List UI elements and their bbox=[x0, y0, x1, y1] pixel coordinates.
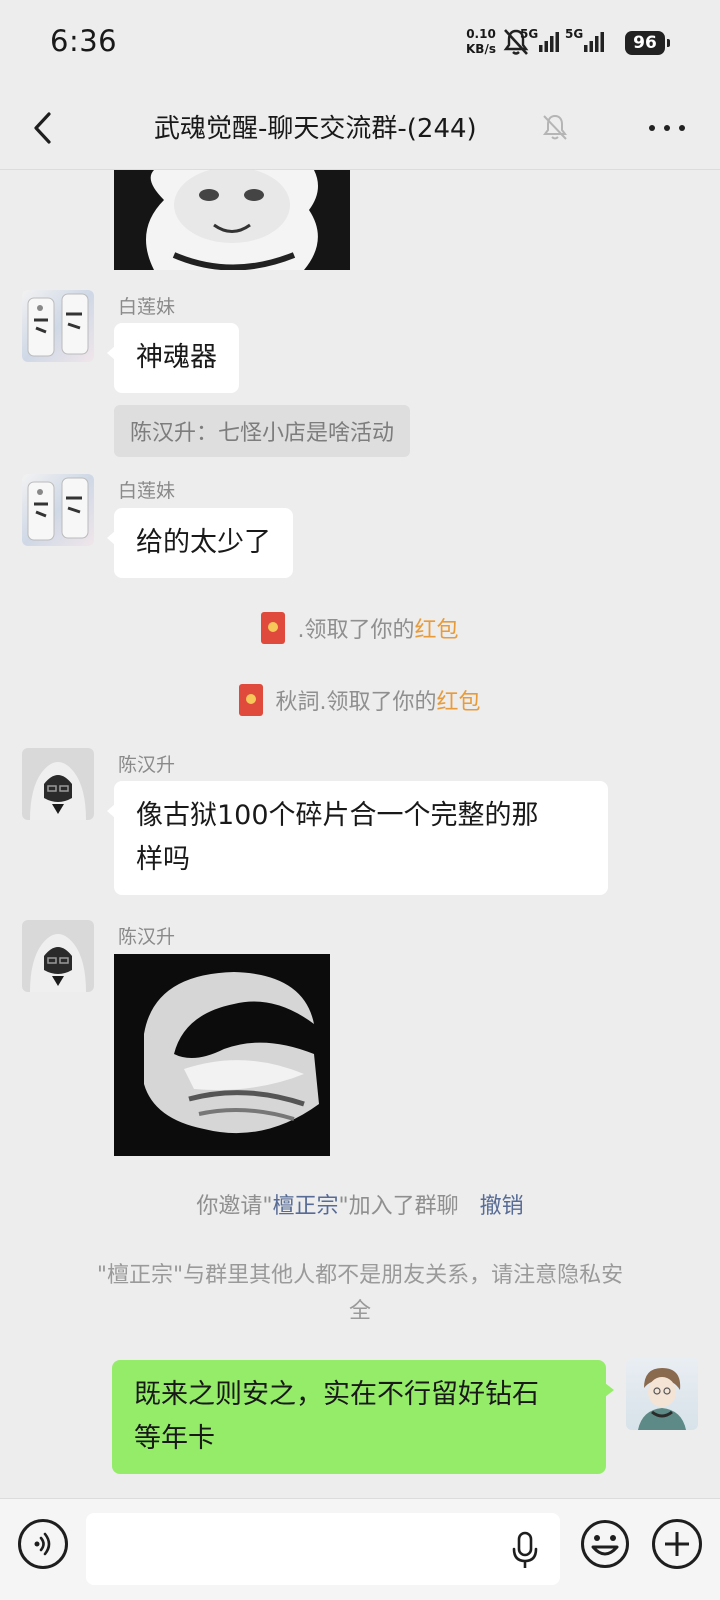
more-button[interactable] bbox=[645, 112, 689, 144]
my-avatar[interactable] bbox=[626, 1358, 698, 1430]
red-packet-notice: .领取了你的红包 bbox=[0, 612, 720, 644]
privacy-notice: "檀正宗"与群里其他人都不是朋友关系，请注意隐私安 全 bbox=[96, 1263, 624, 1324]
red-packet-notice: 秋詞.领取了你的红包 bbox=[0, 684, 720, 716]
signal-sim2-icon: 5G bbox=[565, 27, 613, 57]
revoke-invite-link[interactable]: 撤销 bbox=[480, 1194, 524, 1219]
avatar[interactable] bbox=[22, 748, 94, 820]
message-bubble[interactable]: 像古狱100个碎片合一个完整的那 样吗 bbox=[107, 781, 608, 895]
message-bubble[interactable]: 给的太少了 bbox=[107, 508, 293, 578]
my-message-bubble[interactable]: 既来之则安之，实在不行留好钻石 等年卡 bbox=[112, 1360, 614, 1474]
signal-sim1-icon: 5G bbox=[520, 27, 568, 57]
voice-icon bbox=[34, 1532, 51, 1556]
battery-indicator: 96 bbox=[625, 31, 670, 55]
sender-name: 陈汉升 bbox=[118, 926, 176, 948]
mic-icon[interactable] bbox=[510, 1531, 540, 1571]
red-packet-icon bbox=[239, 684, 264, 716]
back-arrow-icon bbox=[34, 112, 51, 144]
message-input[interactable] bbox=[86, 1513, 560, 1585]
sender-name: 白莲妹 bbox=[118, 480, 176, 502]
chat-title[interactable]: 武魂觉醒-聊天交流群-(244) bbox=[154, 108, 477, 145]
sticker-image[interactable] bbox=[114, 170, 350, 270]
message-bubble[interactable]: 神魂器 bbox=[107, 323, 239, 393]
sender-name: 陈汉升 bbox=[118, 754, 176, 776]
sticker-image[interactable] bbox=[114, 954, 330, 1156]
avatar[interactable] bbox=[22, 290, 94, 362]
more-icon bbox=[649, 125, 655, 131]
emoji-icon[interactable] bbox=[580, 1519, 630, 1569]
plus-icon[interactable] bbox=[652, 1519, 702, 1569]
status-bar: 6:36 0.10 KB/s 5G 5G 96 bbox=[0, 0, 720, 88]
chat-header: 武魂觉醒-聊天交流群-(244) bbox=[0, 88, 720, 170]
voice-mode-button[interactable] bbox=[18, 1519, 68, 1569]
red-packet-icon bbox=[261, 612, 286, 644]
avatar[interactable] bbox=[22, 474, 94, 546]
mute-bell-icon bbox=[543, 114, 567, 140]
input-bar bbox=[0, 1498, 720, 1600]
invitee-name-link[interactable]: 檀正宗 bbox=[272, 1194, 338, 1219]
red-packet-link[interactable]: 红包 bbox=[436, 690, 480, 715]
avatar[interactable] bbox=[22, 920, 94, 992]
invite-notice: 你邀请"檀正宗"加入了群聊 撤销 bbox=[196, 1194, 524, 1219]
network-speed: 0.10 KB/s bbox=[466, 27, 496, 56]
status-time: 6:36 bbox=[50, 24, 118, 58]
red-packet-link[interactable]: 红包 bbox=[414, 618, 458, 643]
back-button[interactable] bbox=[22, 104, 62, 152]
quoted-message[interactable]: 陈汉升：七怪小店是啥活动 bbox=[114, 405, 411, 457]
sender-name: 白莲妹 bbox=[118, 296, 176, 318]
